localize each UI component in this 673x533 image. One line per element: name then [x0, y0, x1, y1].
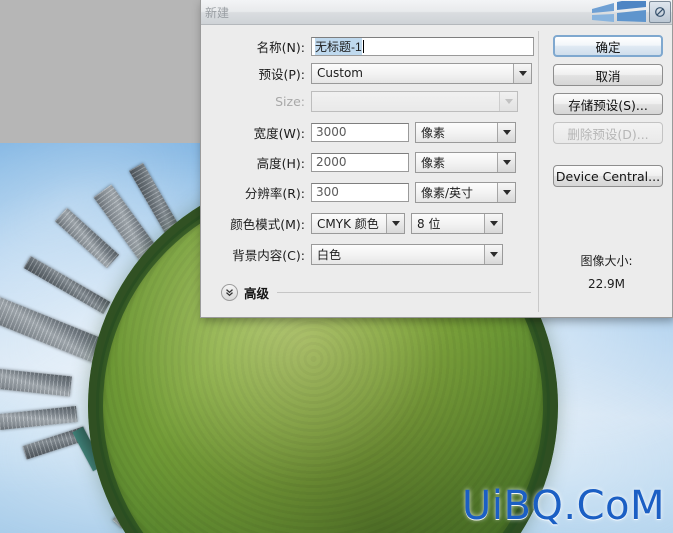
close-icon[interactable]	[649, 1, 671, 23]
resolution-label: 分辨率(R):	[244, 185, 305, 201]
color-depth-value: 8 位	[417, 216, 441, 231]
name-input[interactable]: 无标题-1	[311, 36, 534, 56]
chevron-down-icon[interactable]	[484, 213, 502, 233]
chevron-down-icon[interactable]	[497, 152, 515, 172]
chevron-down-icon[interactable]	[386, 213, 404, 233]
windows-logo-icon	[590, 1, 648, 23]
advanced-label: 高级	[244, 286, 270, 301]
width-label: 宽度(W):	[253, 125, 305, 141]
delete-preset-button: 删除预设(D)...	[553, 122, 663, 144]
row-width: 宽度(W): 3000 像素	[201, 119, 538, 145]
ok-button[interactable]: 确定	[553, 35, 663, 57]
color-mode-value: CMYK 颜色	[317, 216, 379, 231]
row-background-contents: 背景内容(C): 白色	[201, 241, 538, 267]
color-mode-select[interactable]: CMYK 颜色	[311, 212, 405, 234]
advanced-disclosure[interactable]: 高级	[221, 283, 531, 302]
cancel-button[interactable]: 取消	[553, 64, 663, 86]
new-document-dialog: 新建 名称(N): 无标题-1 预设(P): Custom Size: 宽度(W…	[200, 0, 673, 318]
width-input[interactable]: 3000	[311, 122, 409, 142]
size-select	[311, 90, 518, 112]
chevron-down-icon[interactable]	[497, 122, 515, 142]
dialog-left-pane: 名称(N): 无标题-1 预设(P): Custom Size: 宽度(W): …	[201, 25, 538, 318]
save-preset-button[interactable]: 存储预设(S)...	[553, 93, 663, 115]
chevron-down-icon	[499, 91, 517, 111]
size-label: Size:	[275, 93, 305, 109]
name-input-value: 无标题-1	[315, 37, 362, 55]
chevron-down-icon[interactable]	[497, 182, 515, 202]
screen: UiBQ.CoM 新建 名称(N): 无标题-1 预设(P): Custom S…	[0, 0, 673, 533]
resolution-unit-value: 像素/英寸	[421, 185, 474, 200]
width-unit-select[interactable]: 像素	[415, 121, 516, 143]
chevron-down-icon[interactable]	[513, 63, 531, 83]
color-mode-label: 颜色模式(M):	[230, 216, 305, 232]
row-color-mode: 颜色模式(M): CMYK 颜色 8 位	[201, 210, 538, 236]
device-central-button[interactable]: Device Central...	[553, 165, 663, 187]
height-input[interactable]: 2000	[311, 152, 409, 172]
background-select[interactable]: 白色	[311, 243, 503, 265]
background-label: 背景内容(C):	[232, 247, 305, 263]
chevron-down-icon[interactable]	[484, 244, 502, 264]
row-resolution: 分辨率(R): 300 像素/英寸	[201, 179, 538, 205]
resolution-unit-select[interactable]: 像素/英寸	[415, 181, 516, 203]
resolution-input[interactable]: 300	[311, 182, 409, 202]
dialog-body: 名称(N): 无标题-1 预设(P): Custom Size: 宽度(W): …	[201, 25, 672, 318]
preset-select[interactable]: Custom	[311, 62, 532, 84]
dialog-right-pane: 确定 取消 存储预设(S)... 删除预设(D)... Device Centr…	[539, 25, 673, 318]
row-name: 名称(N): 无标题-1	[201, 33, 538, 59]
watermark: UiBQ.CoM	[462, 483, 665, 529]
row-height: 高度(H): 2000 像素	[201, 149, 538, 175]
row-preset: 预设(P): Custom	[201, 60, 538, 86]
text-caret	[362, 39, 364, 53]
preset-label: 预设(P):	[258, 66, 305, 82]
preset-value: Custom	[317, 66, 363, 80]
height-label: 高度(H):	[256, 155, 305, 171]
height-unit-value: 像素	[421, 155, 446, 170]
chevron-double-down-icon[interactable]	[221, 284, 238, 301]
height-unit-select[interactable]: 像素	[415, 151, 516, 173]
background-value: 白色	[317, 247, 342, 262]
row-size: Size:	[201, 88, 538, 114]
color-depth-select[interactable]: 8 位	[411, 212, 503, 234]
image-size-label: 图像大小:	[580, 254, 633, 268]
name-label: 名称(N):	[256, 39, 305, 55]
advanced-separator	[277, 292, 531, 293]
dialog-title: 新建	[205, 6, 230, 20]
dialog-titlebar[interactable]: 新建	[201, 0, 672, 25]
image-size-value: 22.9M	[587, 277, 626, 291]
width-unit-value: 像素	[421, 125, 446, 140]
